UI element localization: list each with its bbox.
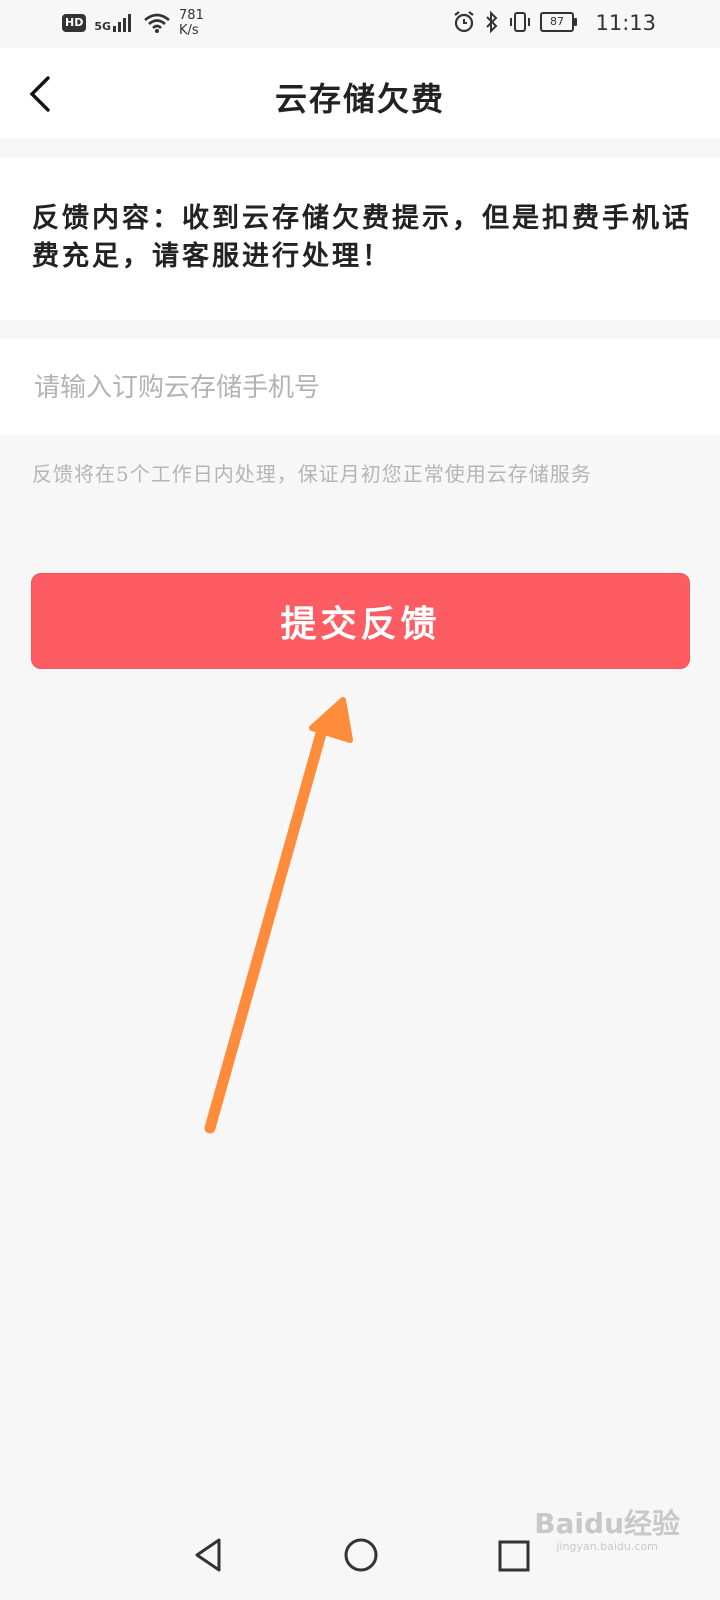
phone-input-card	[0, 339, 720, 435]
nav-back-button[interactable]	[184, 1530, 234, 1580]
page-title: 云存储欠费	[274, 80, 445, 118]
status-left-icons: HD 5G 781 K/s	[62, 8, 204, 38]
triangle-back-icon	[195, 1538, 221, 1572]
square-recent-icon	[498, 1540, 530, 1572]
alarm-icon	[454, 11, 474, 33]
nav-home-button[interactable]	[336, 1530, 386, 1580]
status-bar: HD 5G 781 K/s 87 11:13	[0, 0, 720, 48]
network-speed-value: 781	[179, 8, 204, 23]
processing-hint: 反馈将在5个工作日内处理，保证月初您正常使用云存储服务	[32, 462, 592, 486]
feedback-content-text: 反馈内容：收到云存储欠费提示，但是扣费手机话费充足，请客服进行处理！	[32, 203, 692, 272]
hd-badge: HD	[62, 14, 87, 32]
bluetooth-icon	[486, 10, 498, 34]
submit-feedback-button[interactable]: 提交反馈	[31, 573, 690, 669]
network-label: 5G	[94, 20, 112, 33]
phone-number-input[interactable]	[32, 359, 676, 417]
title-bar: 云存储欠费	[0, 48, 720, 138]
status-right-icons: 87	[452, 10, 577, 34]
battery-level: 87	[550, 15, 564, 28]
network-speed-unit: K/s	[179, 23, 199, 38]
signal-bars-icon	[113, 14, 132, 32]
feedback-content-card: 反馈内容：收到云存储欠费提示，但是扣费手机话费充足，请客服进行处理！	[0, 158, 720, 320]
wifi-icon	[144, 13, 170, 33]
signal-icon: 5G	[94, 14, 135, 32]
nav-recent-button[interactable]	[488, 1530, 538, 1580]
clock: 11:13	[595, 11, 656, 35]
circle-home-icon	[344, 1538, 378, 1572]
watermark-sub: jingyan.baidu.com	[556, 1540, 658, 1553]
network-speed: 781 K/s	[179, 8, 204, 38]
battery-icon: 87	[540, 12, 577, 32]
vibrate-icon	[510, 12, 530, 32]
watermark-main: Baidu经验	[534, 1507, 680, 1540]
baidu-watermark: Baidu经验 jingyan.baidu.com	[534, 1508, 680, 1554]
